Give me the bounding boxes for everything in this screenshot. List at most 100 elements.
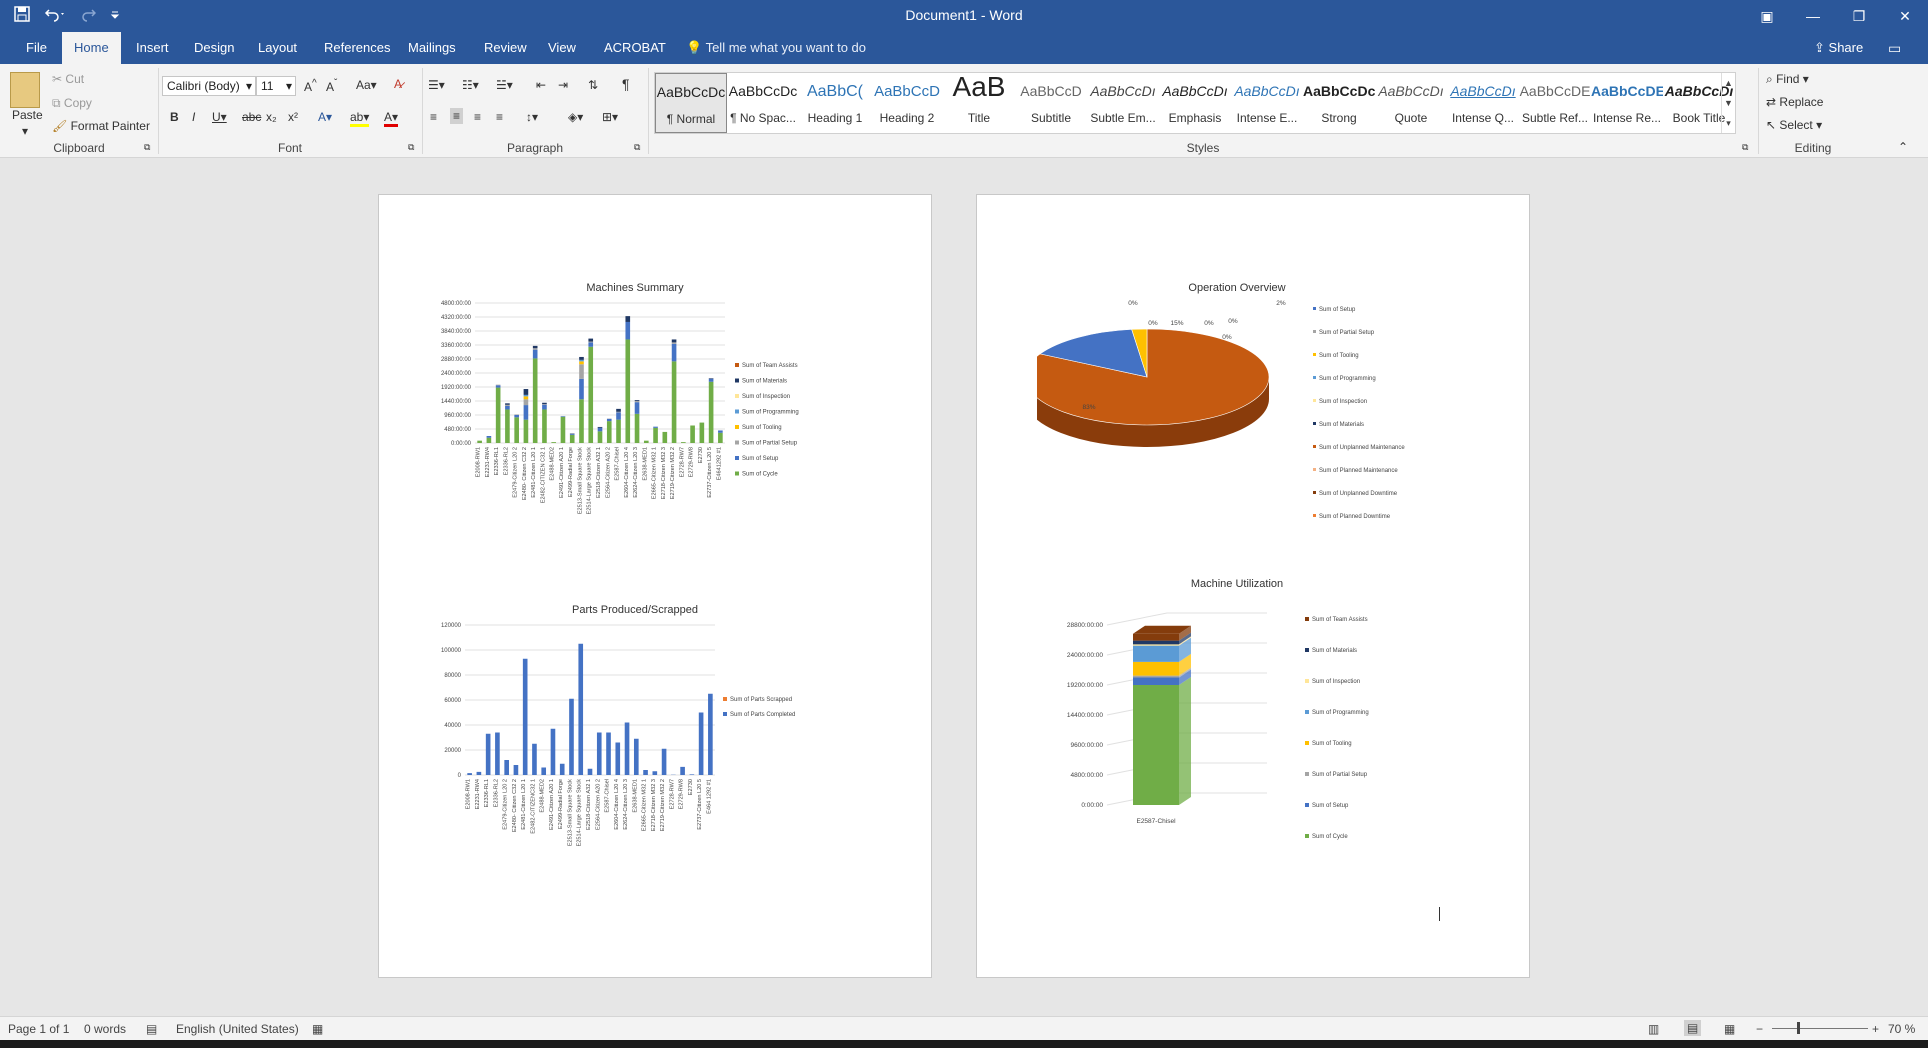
zoom-slider[interactable] [1772, 1028, 1868, 1029]
tab-file[interactable]: File [14, 32, 59, 64]
style-intense-re[interactable]: AaBbCcDE Intense Re... [1591, 73, 1663, 133]
underline-icon[interactable]: U▾ [212, 110, 227, 124]
strikethrough-icon[interactable]: abc [242, 110, 261, 124]
replace-button[interactable]: ⇄ Replace [1766, 95, 1823, 109]
zoom-in-icon[interactable]: + [1872, 1022, 1879, 1036]
grow-font-icon[interactable]: A^ [304, 78, 317, 94]
operation-overview-chart[interactable]: Operation Overview 83% 15% 0% 2% 0% 0% 0% 0% Sum … [1037, 277, 1477, 537]
page-left[interactable]: Machines Summary 0:00:00 480:00:00 960:00:0… [378, 194, 932, 978]
print-layout-icon[interactable]: ▤ [1684, 1020, 1702, 1036]
superscript-icon[interactable]: x² [288, 110, 298, 124]
highlight-icon[interactable]: ab▾ [350, 110, 370, 127]
more-styles-icon[interactable]: ▾ [1722, 113, 1735, 133]
zoom-level[interactable]: 70 % [1888, 1022, 1915, 1036]
chevron-down-icon[interactable]: ▾ [22, 124, 28, 138]
web-layout-icon[interactable]: ▦ [1724, 1022, 1735, 1036]
tab-references[interactable]: References [312, 32, 402, 64]
dialog-launcher-icon[interactable]: ⧉ [1742, 142, 1748, 153]
tab-insert[interactable]: Insert [124, 32, 181, 64]
comments-icon[interactable]: ▭ [1888, 40, 1901, 57]
multilevel-list-icon[interactable]: ☱▾ [496, 78, 513, 92]
dialog-launcher-icon[interactable]: ⧉ [634, 142, 640, 153]
dialog-launcher-icon[interactable]: ⧉ [408, 142, 414, 153]
tab-home[interactable]: Home [62, 32, 121, 65]
font-size-select[interactable]: 11 ▾ [256, 76, 296, 96]
style-subtitle[interactable]: AaBbCcD Subtitle [1015, 73, 1087, 133]
machines-summary-chart[interactable]: Machines Summary 0:00:00 480:00:00 960:00:0… [405, 277, 865, 537]
paste-icon[interactable] [10, 72, 40, 108]
bar [486, 437, 492, 443]
parts-produced-chart[interactable]: Parts Produced/Scrapped 0 20000 40000 60000 8… [405, 599, 865, 889]
font-color-icon[interactable]: A▾ [384, 110, 399, 127]
paste-button[interactable]: Paste [12, 108, 43, 122]
text-effects-icon[interactable]: A▾ [318, 110, 332, 124]
style-normal[interactable]: AaBbCcDc ¶ Normal [655, 73, 727, 133]
read-mode-icon[interactable]: ▥ [1648, 1022, 1659, 1036]
bold-icon[interactable]: B [170, 110, 179, 124]
tab-review[interactable]: Review [472, 32, 539, 64]
tab-acrobat[interactable]: ACROBAT [592, 32, 678, 64]
chevron-down-icon[interactable]: ▼ [1722, 93, 1735, 113]
page-count[interactable]: Page 1 of 1 [8, 1022, 69, 1036]
zoom-out-icon[interactable]: − [1756, 1022, 1763, 1036]
macro-icon[interactable]: ▦ [312, 1022, 323, 1036]
minimize-icon[interactable]: — [1790, 0, 1836, 32]
language-indicator[interactable]: English (United States) [176, 1022, 299, 1036]
select-button[interactable]: ↖ Select ▾ [1766, 118, 1822, 132]
align-left-icon[interactable]: ≡ [430, 110, 437, 124]
tab-mailings[interactable]: Mailings [396, 32, 468, 64]
copy-button[interactable]: ⧉ Copy [52, 96, 92, 111]
find-button[interactable]: ⌕ Find ▾ [1766, 72, 1809, 87]
legend-swatch [1305, 648, 1309, 652]
page-right[interactable]: Operation Overview 83% 15% 0% 2% 0% 0% 0% 0% Sum … [976, 194, 1530, 978]
style-intense-e[interactable]: AaBbCcDı Intense E... [1231, 73, 1303, 133]
style-heading-2[interactable]: AaBbCcD Heading 2 [871, 73, 943, 133]
shading-icon[interactable]: ◈▾ [568, 110, 583, 124]
bullets-icon[interactable]: ☰▾ [428, 78, 445, 92]
decrease-indent-icon[interactable]: ⇤ [536, 78, 546, 92]
bar [597, 431, 603, 443]
share-button[interactable]: ⇪ Share [1814, 32, 1863, 64]
style-no-spac[interactable]: AaBbCcDc ¶ No Spac... [727, 73, 799, 133]
change-case-icon[interactable]: Aa▾ [356, 78, 377, 92]
tab-view[interactable]: View [536, 32, 588, 64]
line-spacing-icon[interactable]: ↕▾ [526, 110, 538, 124]
align-right-icon[interactable]: ≡ [474, 110, 481, 124]
styles-gallery-scroll[interactable]: ▲ ▼ ▾ [1721, 73, 1735, 133]
style-intense-q[interactable]: AaBbCcDı Intense Q... [1447, 73, 1519, 133]
tab-layout[interactable]: Layout [246, 32, 309, 64]
style-strong[interactable]: AaBbCcDc Strong [1303, 73, 1375, 133]
ribbon-display-options-icon[interactable]: ▣ [1744, 0, 1790, 32]
numbering-icon[interactable]: ☷▾ [462, 78, 479, 92]
close-icon[interactable]: ✕ [1882, 0, 1928, 32]
chevron-up-icon[interactable]: ▲ [1722, 73, 1735, 93]
italic-icon[interactable]: I [192, 110, 195, 124]
shrink-font-icon[interactable]: Aˇ [326, 78, 337, 94]
sort-icon[interactable]: ⇅ [588, 78, 598, 92]
collapse-ribbon-icon[interactable]: ⌃ [1898, 140, 1908, 154]
word-count[interactable]: 0 words [84, 1022, 126, 1036]
clear-formatting-icon[interactable]: A̷ [394, 77, 402, 91]
dialog-launcher-icon[interactable]: ⧉ [144, 142, 150, 153]
subscript-icon[interactable]: x₂ [266, 110, 277, 124]
style-title[interactable]: AaB Title [943, 71, 1015, 133]
borders-icon[interactable]: ⊞▾ [602, 110, 618, 124]
zoom-slider-thumb[interactable] [1797, 1022, 1800, 1034]
align-center-icon[interactable]: ≡ [450, 108, 464, 124]
style-emphasis[interactable]: AaBbCcDı Emphasis [1159, 73, 1231, 133]
tell-me-box[interactable]: 💡 Tell me what you want to do [686, 32, 866, 64]
justify-icon[interactable]: ≡ [496, 110, 503, 124]
style-subtle-ref[interactable]: AaBbCcDE Subtle Ref... [1519, 73, 1591, 133]
cut-button[interactable]: ✂ Cut [52, 72, 84, 86]
proofing-icon[interactable]: ▤ [146, 1022, 157, 1036]
tab-design[interactable]: Design [182, 32, 246, 64]
format-painter-button[interactable]: 🖌 Format Painter [52, 119, 150, 133]
style-subtle-em[interactable]: AaBbCcDı Subtle Em... [1087, 73, 1159, 133]
style-heading-1[interactable]: AaBbC(Heading 1 [799, 73, 871, 133]
increase-indent-icon[interactable]: ⇥ [558, 78, 568, 92]
font-family-select[interactable]: Calibri (Body) ▾ [162, 76, 256, 96]
machine-utilization-chart[interactable]: Machine Utilization 0:00:00 4800:00:00 9600… [1037, 573, 1477, 873]
pilcrow-icon[interactable]: ¶ [622, 76, 630, 92]
restore-icon[interactable]: ❐ [1836, 0, 1882, 32]
style-quote[interactable]: AaBbCcDı Quote [1375, 73, 1447, 133]
